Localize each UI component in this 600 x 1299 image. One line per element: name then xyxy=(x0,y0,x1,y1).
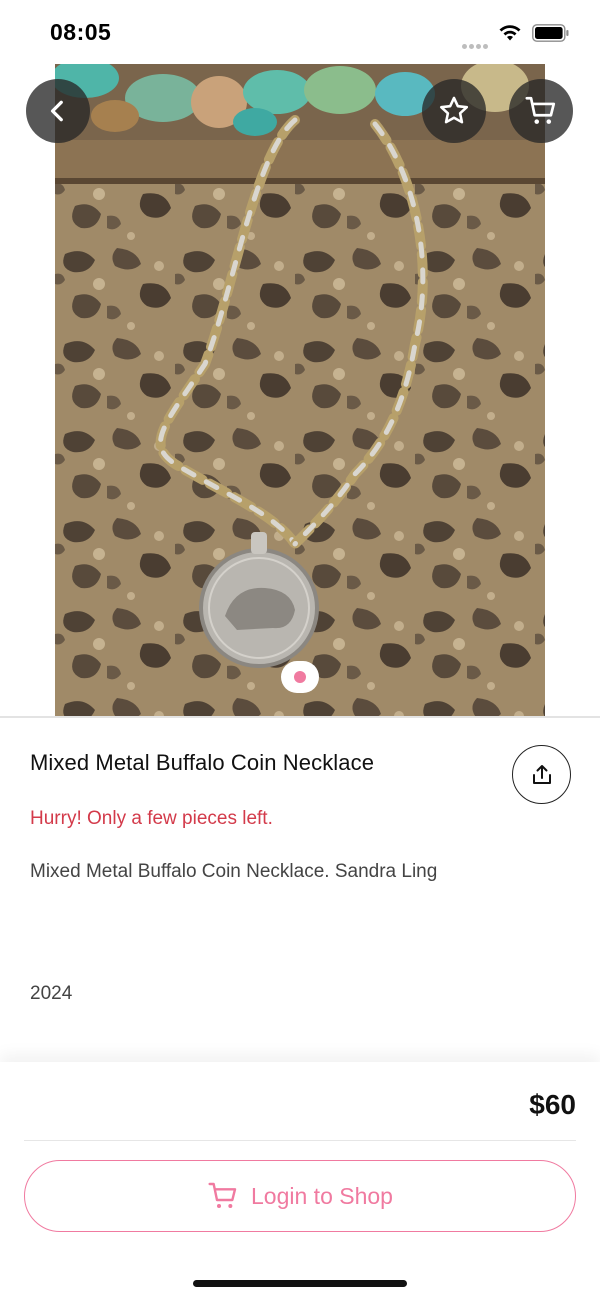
product-year: 2024 xyxy=(30,983,73,1004)
status-time: 08:05 xyxy=(50,19,112,45)
wifi-icon xyxy=(499,25,521,41)
chevron-left-icon xyxy=(50,100,63,122)
login-to-shop-button[interactable]: Login to Shop xyxy=(24,1160,576,1232)
stock-warning: Hurry! Only a few pieces left. xyxy=(30,808,273,829)
product-image-gallery[interactable] xyxy=(0,64,600,716)
divider xyxy=(0,716,600,718)
active-page-dot xyxy=(294,671,306,683)
product-description: Mixed Metal Buffalo Coin Necklace. Sandr… xyxy=(30,861,438,882)
cart-icon xyxy=(525,96,556,124)
divider xyxy=(24,1140,576,1141)
gallery-page-indicator xyxy=(281,661,319,693)
product-price: $60 xyxy=(529,1089,576,1120)
star-icon xyxy=(439,96,469,124)
cart-icon xyxy=(208,1182,237,1208)
favorite-button[interactable] xyxy=(422,79,486,143)
battery-icon xyxy=(532,24,569,42)
back-button[interactable] xyxy=(26,79,90,143)
status-bar: 08:05 xyxy=(0,0,600,64)
share-button[interactable] xyxy=(512,745,571,804)
login-to-shop-label: Login to Shop xyxy=(251,1182,393,1209)
cart-button[interactable] xyxy=(509,79,573,143)
share-icon xyxy=(532,764,551,784)
product-photo xyxy=(55,64,545,716)
cellular-signal-icon xyxy=(462,36,490,49)
purchase-panel: $60 Login to Shop xyxy=(0,1062,600,1299)
product-title: Mixed Metal Buffalo Coin Necklace xyxy=(30,750,375,775)
home-indicator[interactable] xyxy=(193,1280,407,1287)
